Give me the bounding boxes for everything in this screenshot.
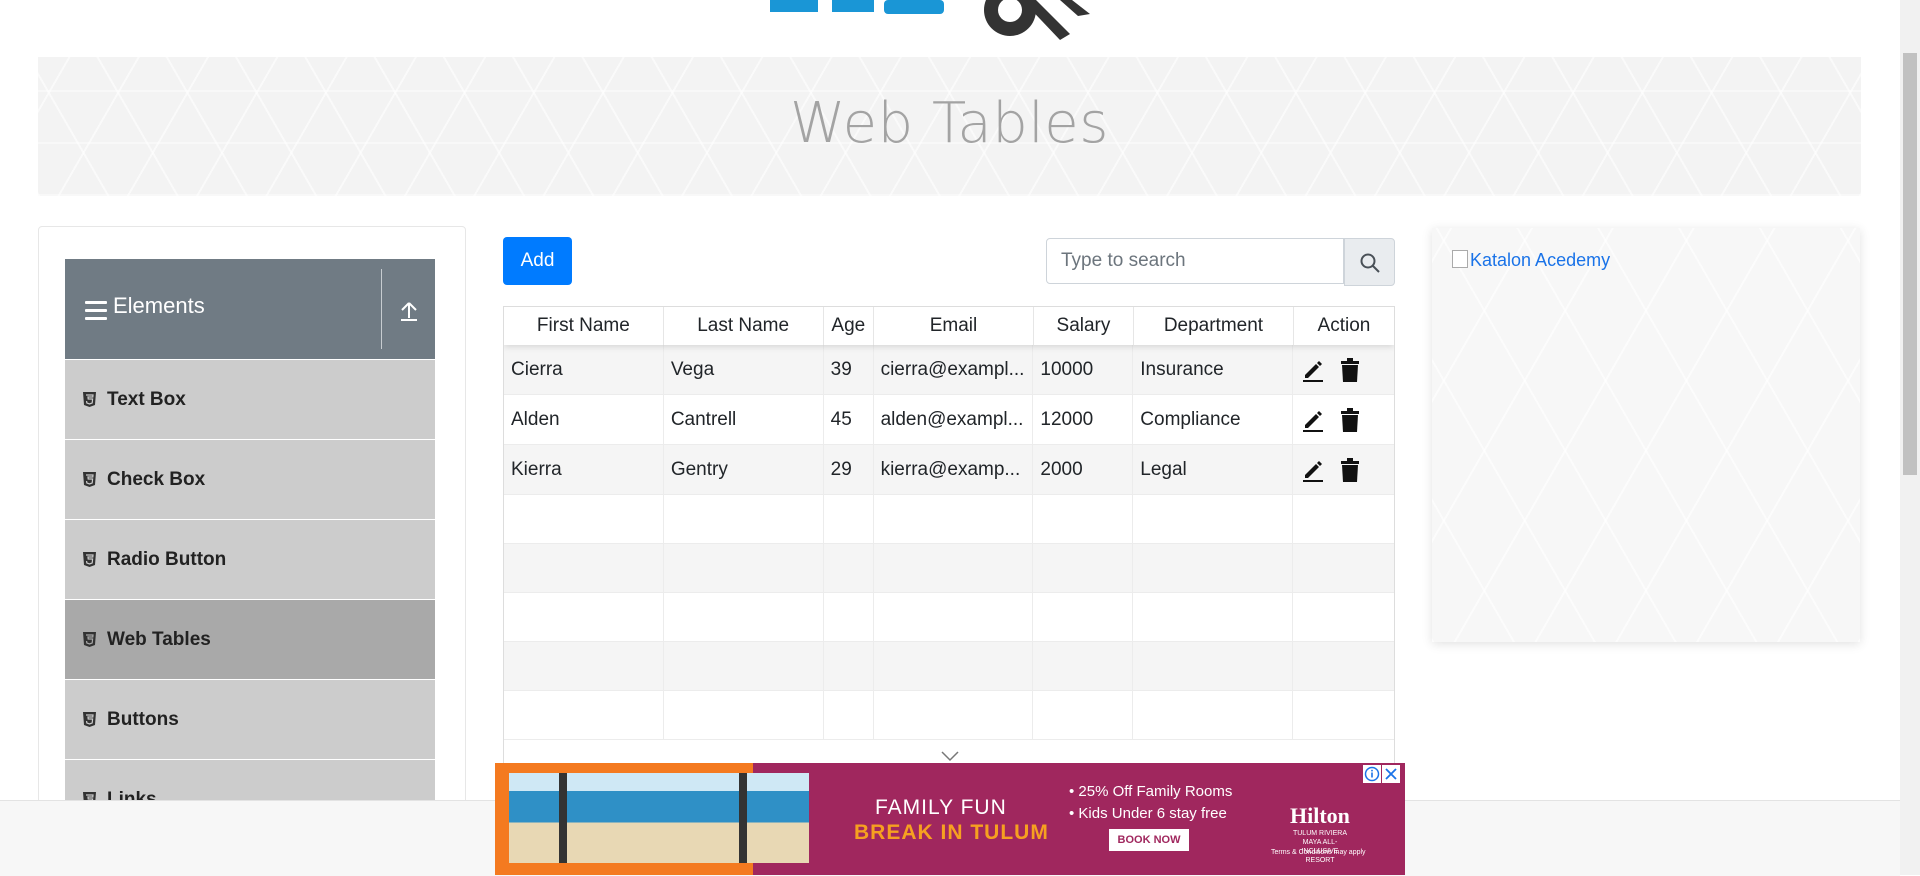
page-banner: Web Tables [38, 57, 1861, 196]
cell-age: 29 [824, 445, 874, 494]
sidebar: Elements Text Box Check Box Radio Button… [38, 226, 466, 828]
sidebar-item-label: Web Tables [107, 629, 211, 650]
empty-row [504, 593, 1394, 642]
ad-photo [509, 773, 809, 863]
edit-icon[interactable] [1301, 408, 1325, 432]
sidebar-item-web-tables[interactable]: Web Tables [65, 600, 435, 680]
scrollbar-thumb[interactable] [1903, 53, 1917, 475]
search-button[interactable] [1344, 238, 1395, 286]
sidebar-menu: Text Box Check Box Radio Button Web Tabl… [65, 360, 435, 827]
cell-department: Compliance [1133, 395, 1294, 444]
empty-row [504, 691, 1394, 740]
cell-salary: 12000 [1033, 395, 1134, 444]
column-header[interactable]: Email [874, 307, 1034, 345]
toolsqa-logo[interactable] [760, 0, 1160, 48]
column-header[interactable]: Last Name [664, 307, 824, 345]
cell-first-name: Cierra [504, 345, 664, 394]
html5-icon [83, 632, 96, 647]
html5-icon [83, 552, 96, 567]
broken-image-icon [1452, 250, 1468, 268]
cell-salary: 10000 [1033, 345, 1134, 394]
sidebar-item-label: Radio Button [107, 549, 227, 570]
sidebar-item-label: Buttons [107, 709, 179, 730]
hilton-logo: Hilton [1290, 803, 1350, 828]
edit-icon[interactable] [1301, 458, 1325, 482]
hilton-ad-banner[interactable]: FAMILY FUN BREAK IN TULUM • 25% Off Fami… [495, 763, 1405, 875]
sidebar-item-check-box[interactable]: Check Box [65, 440, 435, 520]
table-header: First Name Last Name Age Email Salary De… [504, 307, 1394, 345]
delete-icon[interactable] [1339, 457, 1361, 482]
ad-bullet: • Kids Under 6 stay free [1069, 805, 1227, 822]
collapse-arrow-icon[interactable] [395, 297, 423, 325]
column-header[interactable]: First Name [504, 307, 664, 345]
sidebar-item-text-box[interactable]: Text Box [65, 360, 435, 440]
delete-icon[interactable] [1339, 357, 1361, 382]
table-row: Cierra Vega 39 cierra@exampl... 10000 In… [504, 345, 1394, 395]
html5-icon [83, 392, 96, 407]
book-now-button[interactable]: BOOK NOW [1109, 829, 1189, 851]
ad-panel: Katalon Acedemy [1432, 228, 1860, 642]
cell-last-name: Gentry [664, 445, 824, 494]
sidebar-item-label: Check Box [107, 469, 206, 490]
edit-icon[interactable] [1301, 358, 1325, 382]
chevron-down-icon [941, 751, 959, 762]
cell-action [1293, 445, 1394, 494]
cell-last-name: Cantrell [664, 395, 824, 444]
html5-icon [83, 712, 96, 727]
cell-salary: 2000 [1033, 445, 1134, 494]
cell-email: kierra@examp... [874, 445, 1034, 494]
group-title: Elements [113, 293, 205, 318]
cell-first-name: Kierra [504, 445, 664, 494]
sidebar-item-radio-button[interactable]: Radio Button [65, 520, 435, 600]
cell-first-name: Alden [504, 395, 664, 444]
sidebar-item-label: Text Box [107, 389, 186, 410]
cell-email: alden@exampl... [874, 395, 1034, 444]
cell-action [1293, 395, 1394, 444]
column-header[interactable]: Department [1134, 307, 1294, 345]
empty-row [504, 495, 1394, 544]
ad-title: FAMILY FUN [875, 796, 1007, 819]
search-icon [1360, 253, 1380, 273]
column-header[interactable]: Salary [1034, 307, 1135, 345]
table-row: Kierra Gentry 29 kierra@examp... 2000 Le… [504, 445, 1394, 495]
table-row: Alden Cantrell 45 alden@exampl... 12000 … [504, 395, 1394, 445]
sidebar-item-buttons[interactable]: Buttons [65, 680, 435, 760]
delete-icon[interactable] [1339, 407, 1361, 432]
adchoices-info-icon[interactable] [1363, 765, 1381, 783]
hamburger-icon [85, 301, 107, 321]
cell-age: 39 [824, 345, 874, 394]
column-header[interactable]: Age [824, 307, 875, 345]
empty-row [504, 544, 1394, 593]
html5-icon [83, 472, 96, 487]
search-input[interactable] [1046, 238, 1344, 284]
scrollbar[interactable] [1900, 0, 1920, 875]
cell-department: Insurance [1133, 345, 1294, 394]
cell-action [1293, 345, 1394, 394]
cell-email: cierra@exampl... [874, 345, 1034, 394]
elements-group-header[interactable]: Elements [65, 259, 435, 360]
ad-subtitle: BREAK IN TULUM [854, 821, 1049, 844]
katalon-academy-link[interactable]: Katalon Acedemy [1452, 250, 1610, 271]
cell-age: 45 [824, 395, 874, 444]
search-box [1046, 238, 1395, 286]
cell-department: Legal [1133, 445, 1294, 494]
katalon-academy-alt: Katalon Acedemy [1470, 250, 1611, 270]
page-title: Web Tables [790, 91, 1109, 156]
empty-row [504, 642, 1394, 691]
add-button[interactable]: Add [503, 237, 572, 285]
close-icon[interactable] [1382, 765, 1400, 783]
ad-terms: Terms & Conditions may apply [1271, 849, 1366, 856]
cell-last-name: Vega [664, 345, 824, 394]
web-table: First Name Last Name Age Email Salary De… [503, 306, 1395, 799]
column-header: Action [1317, 315, 1371, 336]
ad-bullets: • 25% Off Family Rooms • Kids Under 6 st… [1069, 781, 1232, 825]
divider [381, 269, 382, 349]
ad-bullet: • 25% Off Family Rooms [1069, 783, 1233, 800]
hilton-logo-subtitle: TULUM RIVIERA MAYA ALL-INCLUSIVE RESORT [1292, 830, 1348, 864]
